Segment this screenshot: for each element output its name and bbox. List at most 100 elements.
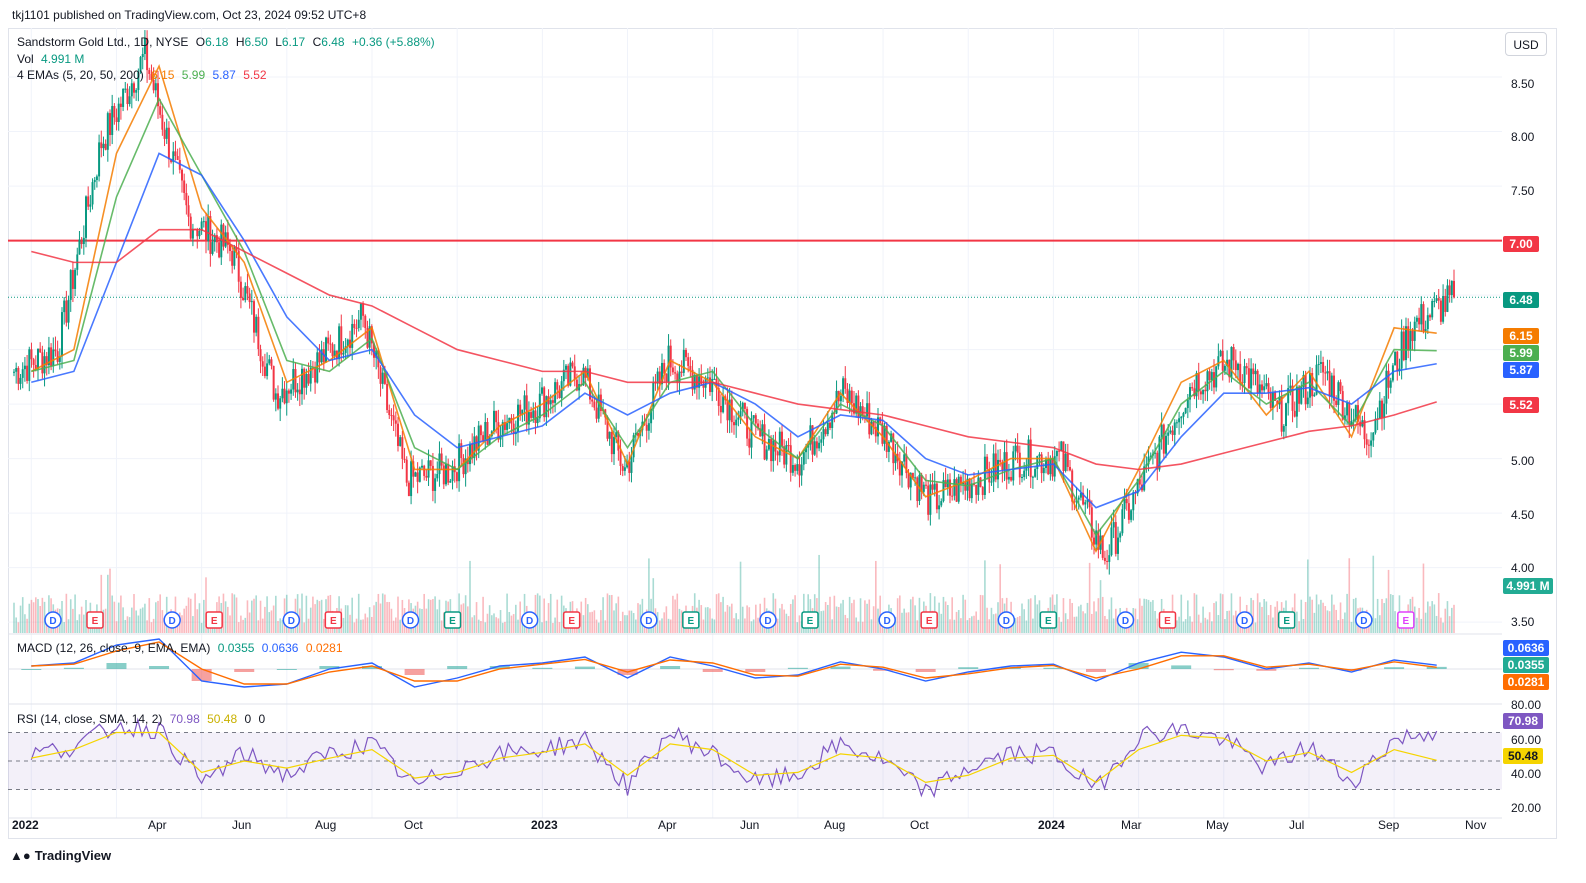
rsi-legend-label[interactable]: RSI (14, close, SMA, 14, 2)	[17, 712, 162, 726]
dividend-marker: D	[997, 611, 1016, 629]
candle-body	[842, 378, 845, 396]
candle-body	[1378, 400, 1381, 419]
volume-bar	[613, 610, 615, 633]
volume-bar	[517, 619, 519, 633]
marker-letter: E	[330, 616, 337, 627]
candle-body	[109, 113, 111, 135]
candle-body	[682, 349, 685, 373]
candle-body	[772, 440, 775, 462]
volume-bar	[608, 595, 611, 633]
candle-body	[983, 456, 986, 495]
volume-bar	[796, 622, 799, 633]
currency-button[interactable]: USD	[1505, 32, 1547, 56]
volume-bar	[861, 621, 864, 633]
volume-bar	[1307, 559, 1309, 633]
volume-bar	[947, 605, 949, 633]
dividend-marker: D	[1355, 611, 1373, 629]
volume-bar	[148, 598, 151, 633]
volume-bar	[979, 594, 982, 633]
candle-body	[986, 456, 989, 470]
volume-bar	[700, 605, 703, 633]
volume-bar	[519, 601, 521, 633]
candle-body	[460, 443, 463, 459]
volume-bar	[1019, 616, 1021, 633]
macd-legend-label[interactable]: MACD (12, 26, close, 9, EMA, EMA)	[17, 641, 210, 655]
candle-body	[752, 415, 755, 419]
volume-bar	[1389, 594, 1392, 633]
volume-bar	[1302, 618, 1305, 633]
candle-body	[1047, 459, 1050, 475]
volume-bar	[752, 619, 755, 633]
candle-body	[1285, 403, 1287, 427]
volume-bar	[187, 597, 190, 633]
volume-bar	[1108, 609, 1111, 633]
volume-bar	[604, 620, 607, 633]
volume-bar	[1232, 615, 1235, 633]
volume-bar	[1060, 621, 1063, 633]
rsi-tick: 20.00	[1511, 801, 1542, 815]
marker-letter: D	[764, 616, 771, 627]
volume-bar	[344, 605, 347, 633]
macd-histogram-bar	[787, 667, 808, 669]
volume-bar	[1259, 602, 1261, 633]
volume-bar	[840, 603, 842, 633]
volume-bar	[713, 619, 716, 633]
hline-price-tag[interactable]: 7.00	[1503, 236, 1539, 252]
candle-body	[1182, 413, 1185, 417]
candle-body	[403, 458, 406, 460]
volume-bar	[1029, 598, 1032, 633]
ema-line-5	[30, 63, 1437, 554]
volume-bar	[547, 603, 550, 633]
volume-bar	[515, 604, 517, 633]
volume-bar	[637, 603, 639, 633]
legend-vol-label[interactable]: Vol	[17, 52, 34, 66]
volume-bar	[975, 611, 977, 633]
candle-body	[608, 431, 611, 439]
candle-body	[1202, 389, 1205, 395]
volume-bar	[1352, 598, 1355, 633]
volume-bar	[966, 620, 969, 633]
candle-body	[362, 303, 365, 316]
volume-bar	[942, 596, 945, 633]
marker-letter: E	[926, 616, 933, 627]
footer-brand[interactable]: ▲● TradingView	[10, 848, 111, 863]
candle-body	[1256, 370, 1259, 394]
candle-body	[39, 348, 42, 353]
volume-bar	[1276, 601, 1279, 633]
volume-bar	[235, 597, 238, 633]
candle-body	[1069, 466, 1071, 471]
candle-body	[61, 312, 63, 357]
candle-body	[1204, 389, 1207, 392]
volume-bar	[957, 610, 960, 633]
volume-bar	[1376, 598, 1379, 633]
volume-bar	[944, 601, 947, 633]
candle-body	[445, 463, 447, 485]
candle-body	[796, 464, 799, 471]
volume-bar	[139, 608, 142, 633]
candle-body	[1409, 330, 1412, 350]
marker-letter: D	[49, 616, 56, 627]
legend-ema-label[interactable]: 4 EMAs (5, 20, 50, 200)	[17, 68, 144, 82]
publisher-line: tkj1101 published on TradingView.com, Oc…	[12, 8, 367, 22]
time-axis-label: Jun	[740, 818, 760, 832]
candle-body	[981, 487, 984, 495]
volume-bar	[724, 611, 727, 633]
candle-body	[1319, 362, 1322, 364]
candle-body	[951, 495, 954, 497]
volume-bar	[26, 618, 28, 633]
ema-line-50	[31, 152, 1437, 509]
volume-bar	[672, 595, 674, 633]
candle-body	[665, 373, 668, 382]
candle-body	[674, 372, 677, 374]
candle-body	[730, 399, 733, 423]
volume-bar	[992, 614, 995, 633]
candle-body	[290, 389, 293, 394]
candle-body	[1442, 296, 1445, 322]
candle-body	[922, 484, 925, 492]
candle-body	[850, 390, 853, 404]
volume-bar	[905, 612, 908, 633]
legend-symbol[interactable]: Sandstorm Gold Ltd., 1D, NYSE	[17, 35, 188, 49]
marker-letter: D	[884, 616, 891, 627]
candle-body	[765, 449, 768, 460]
volume-bar	[582, 615, 585, 633]
